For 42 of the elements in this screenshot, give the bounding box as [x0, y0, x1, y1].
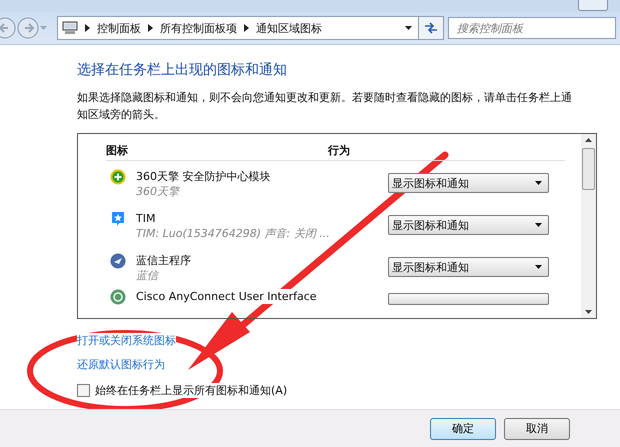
chat-bubble-icon: [110, 211, 126, 227]
behavior-dropdown[interactable]: [388, 293, 549, 305]
app-detail: TIM: Luo(1534764298) 声音: 关闭 ...: [136, 226, 330, 241]
description-text: 如果选择隐藏图标和通知，则不会向您通知更改和更新。若要随时查看隐藏的图标，请单击任务栏上通知区域旁的箭头。: [77, 90, 573, 123]
breadcrumb-item[interactable]: 所有控制面板项: [160, 20, 237, 36]
app-name: 360天擎 安全防护中心模块: [136, 169, 270, 184]
refresh-arrows-icon: [424, 22, 438, 34]
column-header: 行为: [328, 143, 350, 158]
back-button[interactable]: [0, 17, 16, 39]
checkbox-label[interactable]: 始终在任务栏上显示所有图标和通知(A): [95, 383, 288, 398]
page-heading: 选择在任务栏上出现的图标和通知: [77, 61, 287, 79]
link[interactable]: 还原默认图标行为: [77, 357, 165, 373]
address-bar[interactable]: 控制面板 所有控制面板项 通知区域图标: [57, 16, 419, 40]
computer-icon: [62, 21, 78, 35]
globe-icon: [110, 289, 126, 305]
refresh-button[interactable]: [418, 16, 444, 40]
dropdown-caret-icon: [535, 223, 542, 227]
checkbox[interactable]: [77, 384, 90, 397]
behavior-dropdown[interactable]: 显示图标和通知: [388, 173, 549, 193]
app-name: Cisco AnyConnect User Interface: [136, 289, 317, 304]
behavior-dropdown[interactable]: 显示图标和通知: [388, 215, 549, 235]
app-name: 蓝信主程序: [136, 253, 191, 268]
minimize-button[interactable]: [578, 0, 608, 11]
dropdown-caret-icon: [535, 265, 542, 269]
dropdown-caret-icon: [535, 181, 542, 185]
scrollbar-thumb[interactable]: [582, 148, 595, 190]
breadcrumb-arrow-icon: [85, 24, 90, 32]
forward-button[interactable]: [17, 17, 39, 39]
address-dropdown-icon[interactable]: [405, 26, 412, 30]
breadcrumb-item[interactable]: 通知区域图标: [256, 20, 322, 36]
breadcrumb-arrow-icon: [244, 24, 249, 32]
bird-circle-icon: [110, 253, 126, 269]
plus-circle-icon: [110, 169, 126, 185]
breadcrumb-arrow-icon: [148, 24, 153, 32]
scrollbar[interactable]: [581, 134, 596, 318]
breadcrumb-item[interactable]: 控制面板: [97, 20, 141, 36]
behavior-dropdown[interactable]: 显示图标和通知: [388, 257, 549, 277]
scroll-up-icon[interactable]: [585, 138, 592, 142]
scroll-down-icon[interactable]: [585, 310, 592, 314]
dialog-button[interactable]: 确定: [430, 418, 496, 440]
dialog-button[interactable]: 取消: [504, 418, 570, 440]
search-field[interactable]: 搜索控制面板: [448, 17, 616, 39]
